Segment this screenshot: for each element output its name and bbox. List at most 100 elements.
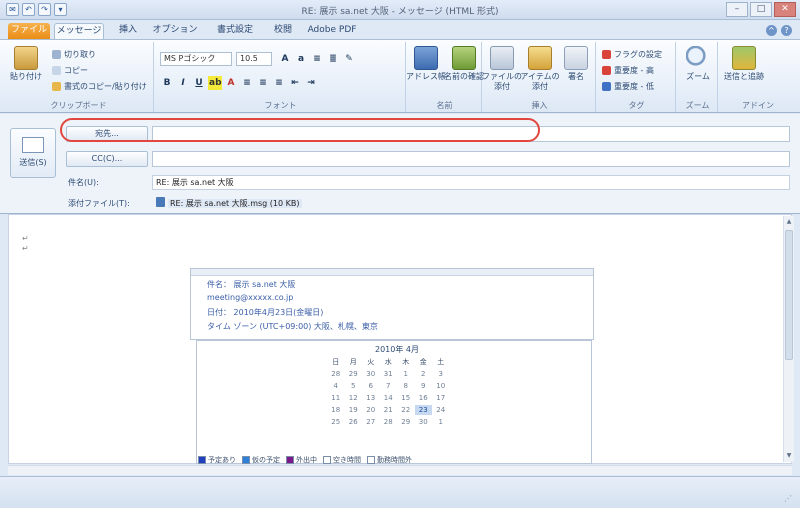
calendar-day[interactable] bbox=[450, 393, 468, 403]
calendar-day[interactable]: 18 bbox=[327, 405, 345, 415]
attach-file-button[interactable]: ファイルの添付 bbox=[482, 46, 522, 92]
calendar-day[interactable]: 5 bbox=[345, 381, 363, 391]
align-left-icon[interactable]: ≡ bbox=[240, 76, 254, 90]
calendar-day[interactable]: 22 bbox=[397, 405, 415, 415]
calendar-day[interactable] bbox=[450, 417, 468, 427]
close-button[interactable]: ✕ bbox=[774, 2, 796, 17]
calendar-day[interactable] bbox=[450, 405, 468, 415]
tab-format-text[interactable]: 書式設定 bbox=[210, 23, 260, 40]
minimize-ribbon-icon[interactable]: ^ bbox=[766, 25, 777, 36]
calendar-day[interactable]: 30 bbox=[415, 417, 433, 427]
bullets-icon[interactable]: ≡ bbox=[310, 52, 324, 66]
calendar-day[interactable]: 3 bbox=[432, 369, 450, 379]
tab-adobe-pdf[interactable]: Adobe PDF bbox=[304, 23, 360, 40]
calendar-day[interactable]: 1 bbox=[397, 369, 415, 379]
address-book-button[interactable]: アドレス帳 bbox=[406, 46, 446, 82]
calendar-day[interactable]: 31 bbox=[380, 369, 398, 379]
calendar-day[interactable] bbox=[450, 381, 468, 391]
calendar-day[interactable]: 1 bbox=[432, 417, 450, 427]
calendar-day[interactable]: 6 bbox=[362, 381, 380, 391]
low-importance-button[interactable]: 重要度 - 低 bbox=[602, 80, 654, 92]
calendar-day[interactable]: 20 bbox=[362, 405, 380, 415]
high-importance-button[interactable]: 重要度 - 高 bbox=[602, 64, 654, 76]
font-name-combo[interactable]: MS Pゴシック bbox=[160, 52, 232, 66]
resize-grip-icon[interactable]: ⋰ bbox=[784, 494, 794, 504]
calendar-day[interactable]: 28 bbox=[380, 417, 398, 427]
redo-icon[interactable]: ↷ bbox=[38, 3, 51, 16]
cc-field[interactable] bbox=[152, 151, 790, 167]
followup-button[interactable]: フラグの設定 bbox=[602, 48, 662, 60]
calendar-day[interactable]: 28 bbox=[327, 369, 345, 379]
calendar-day[interactable]: 12 bbox=[345, 393, 363, 403]
customize-qat-icon[interactable]: ▾ bbox=[54, 3, 67, 16]
copy-button[interactable]: コピー bbox=[52, 64, 88, 76]
zoom-button[interactable]: ズーム bbox=[678, 46, 718, 82]
tab-options[interactable]: オプション bbox=[150, 23, 200, 40]
font-size-combo[interactable]: 10.5 bbox=[236, 52, 272, 66]
font-color-icon[interactable]: A bbox=[224, 76, 238, 90]
bold-button[interactable]: B bbox=[160, 76, 174, 90]
calendar-day[interactable]: 8 bbox=[397, 381, 415, 391]
window-controls: – □ ✕ bbox=[726, 2, 796, 17]
calendar-day[interactable]: 10 bbox=[432, 381, 450, 391]
underline-button[interactable]: U bbox=[192, 76, 206, 90]
calendar-day[interactable]: 29 bbox=[397, 417, 415, 427]
vertical-scrollbar[interactable]: ▲ ▼ bbox=[783, 216, 794, 462]
scroll-thumb[interactable] bbox=[785, 230, 793, 360]
grow-font-icon[interactable]: A bbox=[278, 52, 292, 66]
calendar-day[interactable]: 30 bbox=[362, 369, 380, 379]
calendar-day[interactable]: 26 bbox=[345, 417, 363, 427]
send-track-button[interactable]: 送信と追跡 bbox=[724, 46, 764, 82]
calendar-day[interactable]: 27 bbox=[362, 417, 380, 427]
calendar-day[interactable]: 17 bbox=[432, 393, 450, 403]
send-button[interactable]: 送信(S) bbox=[10, 128, 56, 178]
shrink-font-icon[interactable]: a bbox=[294, 52, 308, 66]
cc-button[interactable]: CC(C)... bbox=[66, 151, 148, 167]
calendar-day[interactable]: 2 bbox=[415, 369, 433, 379]
check-names-button[interactable]: 名前の確認 bbox=[444, 46, 484, 82]
calendar-day[interactable]: 24 bbox=[432, 405, 450, 415]
italic-button[interactable]: I bbox=[176, 76, 190, 90]
scroll-down-icon[interactable]: ▼ bbox=[785, 451, 793, 461]
decrease-indent-icon[interactable]: ⇤ bbox=[288, 76, 302, 90]
minimize-button[interactable]: – bbox=[726, 2, 748, 17]
clear-format-icon[interactable]: ✎ bbox=[342, 52, 356, 66]
numbering-icon[interactable]: ≣ bbox=[326, 52, 340, 66]
undo-icon[interactable]: ↶ bbox=[22, 3, 35, 16]
attachment-name[interactable]: RE: 展示 sa.net 大阪.msg (10 KB) bbox=[168, 199, 302, 208]
increase-indent-icon[interactable]: ⇥ bbox=[304, 76, 318, 90]
calendar-day[interactable]: 9 bbox=[415, 381, 433, 391]
tab-file[interactable]: ファイル bbox=[8, 23, 50, 40]
cut-button[interactable]: 切り取り bbox=[52, 48, 96, 60]
align-right-icon[interactable]: ≡ bbox=[272, 76, 286, 90]
calendar-day[interactable]: 23 bbox=[414, 405, 432, 415]
tab-message[interactable]: メッセージ bbox=[54, 23, 104, 40]
help-icon[interactable]: ? bbox=[781, 25, 792, 36]
calendar-day[interactable]: 19 bbox=[345, 405, 363, 415]
calendar-weekday bbox=[450, 357, 468, 367]
calendar-day[interactable]: 13 bbox=[362, 393, 380, 403]
attach-item-button[interactable]: アイテムの添付 bbox=[520, 46, 560, 92]
subject-field[interactable]: RE: 展示 sa.net 大阪 bbox=[152, 175, 790, 190]
calendar-day[interactable]: 4 bbox=[327, 381, 345, 391]
calendar-day[interactable]: 11 bbox=[327, 393, 345, 403]
tab-insert[interactable]: 挿入 bbox=[112, 23, 144, 40]
format-painter-button[interactable]: 書式のコピー/貼り付け bbox=[52, 80, 147, 92]
calendar-day[interactable]: 25 bbox=[327, 417, 345, 427]
maximize-button[interactable]: □ bbox=[750, 2, 772, 17]
save-icon[interactable]: ✉ bbox=[6, 3, 19, 16]
calendar-day[interactable]: 15 bbox=[397, 393, 415, 403]
calendar-day[interactable]: 16 bbox=[415, 393, 433, 403]
calendar-day[interactable]: 29 bbox=[345, 369, 363, 379]
calendar-day[interactable] bbox=[450, 369, 468, 379]
align-center-icon[interactable]: ≡ bbox=[256, 76, 270, 90]
scroll-up-icon[interactable]: ▲ bbox=[785, 217, 793, 227]
signature-button[interactable]: 署名 bbox=[558, 46, 594, 82]
calendar-day[interactable]: 14 bbox=[380, 393, 398, 403]
paste-button[interactable]: 貼り付け bbox=[6, 46, 46, 82]
tab-review[interactable]: 校閲 bbox=[268, 23, 298, 40]
calendar-day[interactable]: 7 bbox=[380, 381, 398, 391]
highlight-icon[interactable]: ab bbox=[208, 76, 222, 90]
horizontal-scrollbar[interactable] bbox=[8, 465, 792, 475]
calendar-day[interactable]: 21 bbox=[380, 405, 398, 415]
